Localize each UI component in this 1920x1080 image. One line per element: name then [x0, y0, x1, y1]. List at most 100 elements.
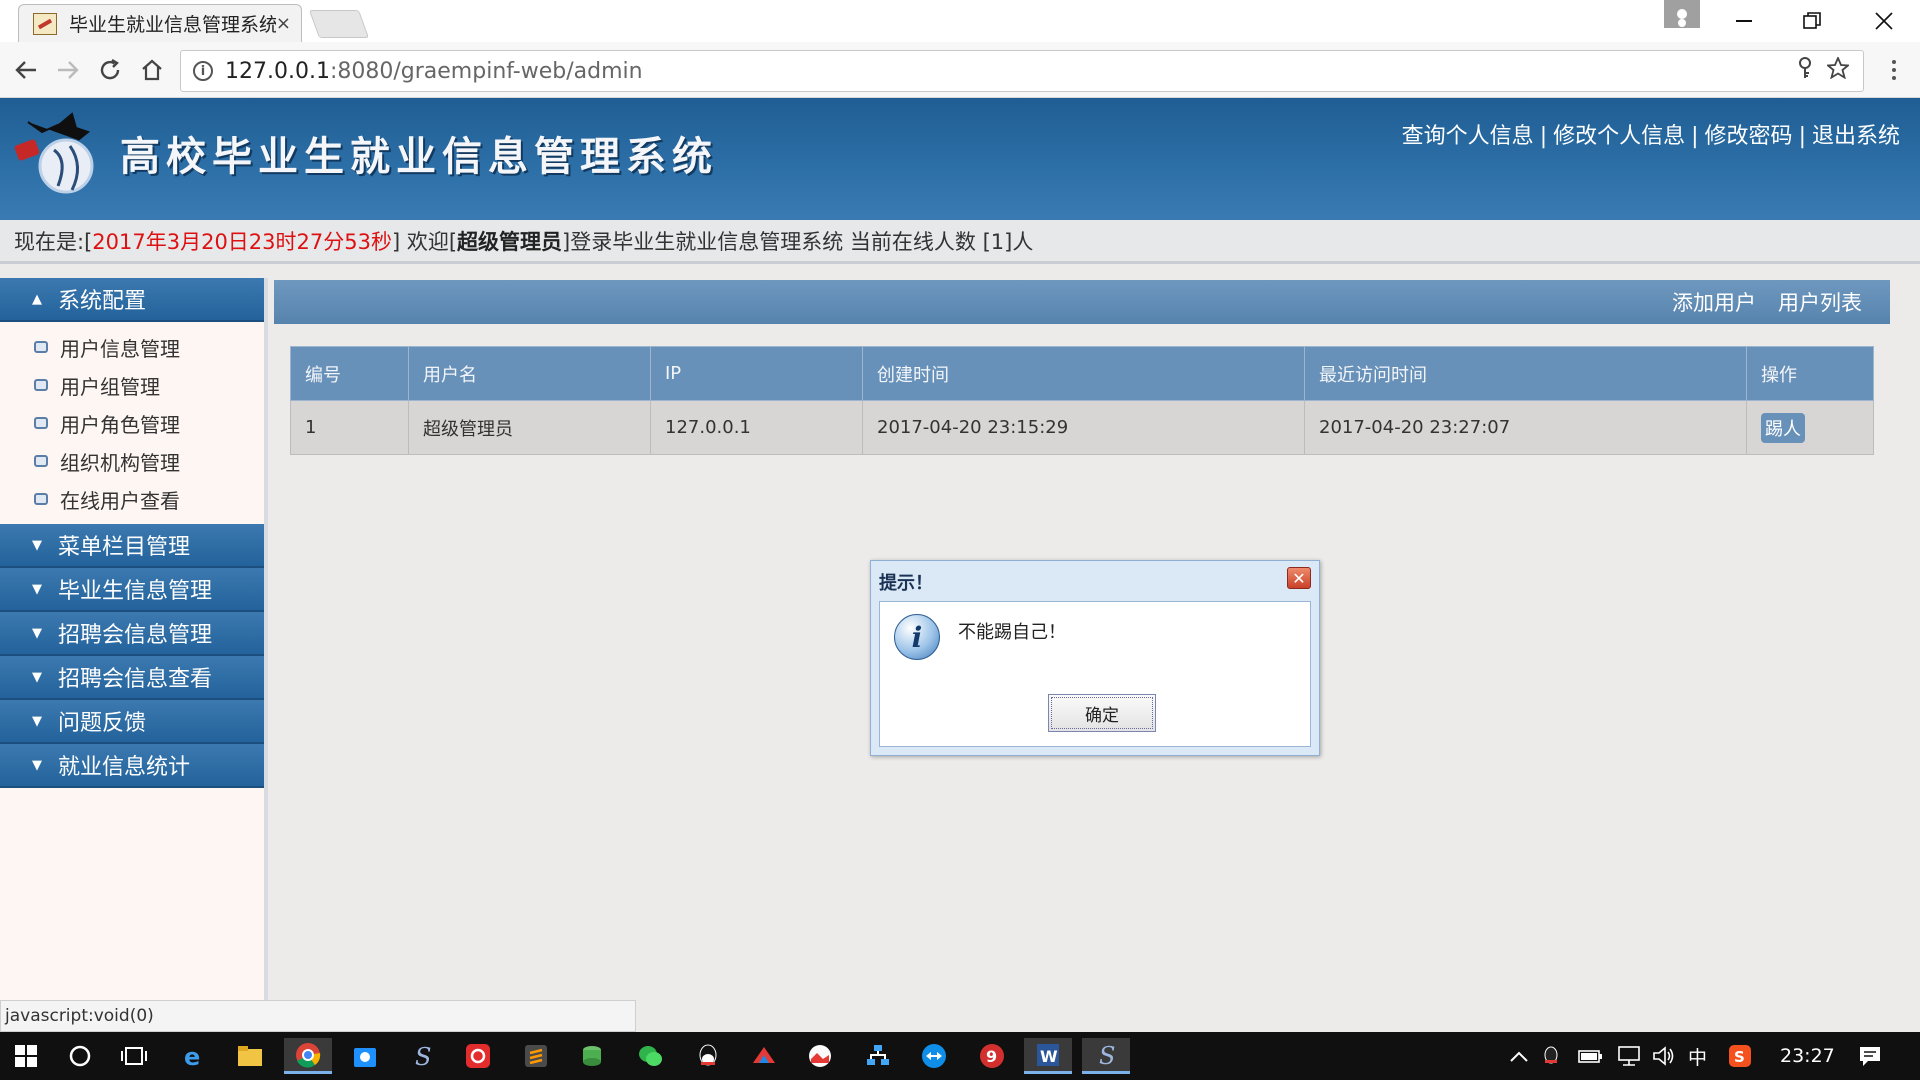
current-datetime: 2017年3月20日23时27分53秒 [92, 229, 392, 254]
red-app-icon[interactable]: 9 [974, 1038, 1010, 1074]
eclipse-window-icon[interactable]: S [1082, 1038, 1130, 1074]
sublime-app-icon[interactable] [518, 1038, 554, 1074]
back-button[interactable] [10, 54, 42, 86]
file-explorer-icon[interactable] [232, 1038, 268, 1074]
link-change-password[interactable]: 修改密码 [1705, 124, 1793, 149]
wechat-app-icon[interactable] [632, 1038, 668, 1074]
sidebar-section-employment-stats[interactable]: ▼ 就业信息统计 [0, 744, 264, 788]
dialog-ok-button[interactable]: 确定 [1048, 694, 1156, 732]
sidebar-section-job-fair-management[interactable]: ▼ 招聘会信息管理 [0, 612, 264, 656]
reload-button[interactable] [94, 54, 126, 86]
chevron-down-icon: ▼ [32, 713, 42, 729]
link-edit-profile[interactable]: 修改个人信息 [1553, 124, 1685, 149]
col-created: 创建时间 [862, 346, 1305, 401]
sidebar: ▲ 系统配置 用户信息管理 用户组管理 用户角色管理 组织机构管理 在线用户查看… [0, 278, 268, 1032]
university-logo-icon [14, 112, 94, 194]
sidebar-section-job-fair-view[interactable]: ▼ 招聘会信息查看 [0, 656, 264, 700]
address-url[interactable]: 127.0.0.1:8080/graempinf-web/admin [225, 59, 1797, 84]
clock-time[interactable]: 23:27 [1780, 1032, 1835, 1080]
window-close-button[interactable] [1852, 0, 1916, 42]
cell-action: 踢人 [1746, 400, 1874, 455]
svg-text:S: S [415, 1043, 431, 1069]
sidebar-item-organization[interactable]: 组织机构管理 [0, 442, 264, 480]
table-row: 1 超级管理员 127.0.0.1 2017-04-20 23:15:29 20… [290, 400, 1874, 455]
chevron-down-icon: ▼ [32, 581, 42, 597]
word-app-icon[interactable]: W [1024, 1038, 1072, 1074]
sidebar-section-system-config[interactable]: ▲ 系统配置 [0, 278, 264, 322]
menu-bullet-icon [34, 341, 48, 353]
teamviewer-icon[interactable] [916, 1038, 952, 1074]
link-view-profile[interactable]: 查询个人信息 [1402, 124, 1534, 149]
sidebar-submenu: 用户信息管理 用户组管理 用户角色管理 组织机构管理 在线用户查看 [0, 322, 264, 524]
qq-app-icon[interactable] [690, 1038, 726, 1074]
input-method-indicator[interactable]: 中 [1688, 1032, 1707, 1080]
address-bar[interactable]: i 127.0.0.1:8080/graempinf-web/admin [180, 50, 1864, 92]
browser-menu-icon[interactable] [1882, 54, 1906, 86]
task-view-button[interactable] [116, 1038, 152, 1074]
svg-text:e: e [184, 1043, 200, 1069]
sidebar-section-graduate-info[interactable]: ▼ 毕业生信息管理 [0, 568, 264, 612]
link-logout[interactable]: 退出系统 [1812, 124, 1900, 149]
network-icon[interactable] [1616, 1032, 1642, 1080]
windows-taskbar: e S 9 W S 中 S 23:27 [0, 1032, 1920, 1080]
database-app-icon[interactable] [574, 1038, 610, 1074]
tab-close-icon[interactable]: × [276, 13, 291, 34]
chrome-browser-icon[interactable] [284, 1038, 332, 1074]
link-status-tooltip: javascript:void(0) [0, 1000, 636, 1032]
dialog-body: i 不能踢自己！ 确定 [879, 601, 1311, 747]
battery-icon[interactable] [1578, 1032, 1604, 1080]
welcome-status-bar: 现在是:[2017年3月20日23时27分53秒] 欢迎[超级管理员]登录毕业生… [0, 220, 1920, 264]
sidebar-item-online-users[interactable]: 在线用户查看 [0, 480, 264, 518]
bookmark-star-icon[interactable] [1825, 55, 1851, 85]
volume-icon[interactable] [1652, 1032, 1676, 1080]
page-header: 高校毕业生就业信息管理系统 查询个人信息 | 修改个人信息 | 修改密码 | 退出系统 [0, 98, 1920, 220]
new-tab-button[interactable] [308, 10, 370, 38]
browser-tab[interactable]: 毕业生就业信息管理系统 × [18, 4, 302, 42]
arrow-left-icon [15, 61, 36, 79]
header-links: 查询个人信息 | 修改个人信息 | 修改密码 | 退出系统 [1401, 124, 1900, 149]
sidebar-section-menu-management[interactable]: ▼ 菜单栏目管理 [0, 524, 264, 568]
network-tool-icon[interactable] [860, 1038, 896, 1074]
chevron-up-icon: ▲ [32, 291, 42, 307]
col-action: 操作 [1746, 346, 1874, 401]
photo-viewer-icon[interactable] [802, 1038, 838, 1074]
sidebar-item-user-info[interactable]: 用户信息管理 [0, 328, 264, 366]
sidebar-item-user-group[interactable]: 用户组管理 [0, 366, 264, 404]
edge-browser-icon[interactable]: e [176, 1038, 212, 1074]
user-list-link[interactable]: 用户列表 [1778, 287, 1862, 317]
window-minimize-button[interactable] [1712, 0, 1776, 42]
paint-app-icon[interactable] [746, 1038, 782, 1074]
online-users-table: 编号 用户名 IP 创建时间 最近访问时间 操作 1 超级管理员 127.0.0… [290, 346, 1874, 455]
col-username: 用户名 [408, 346, 651, 401]
action-center-icon[interactable] [1858, 1032, 1882, 1080]
sogou-ime-icon[interactable]: S [1728, 1032, 1752, 1080]
dialog-close-icon[interactable]: ✕ [1287, 567, 1311, 589]
start-button[interactable] [8, 1038, 44, 1074]
show-hidden-icons-chevron-icon[interactable] [1510, 1032, 1528, 1080]
chevron-down-icon: ▼ [32, 625, 42, 641]
netease-music-icon[interactable] [460, 1038, 496, 1074]
eclipse-app-icon[interactable]: S [404, 1038, 440, 1074]
menu-bullet-icon [34, 417, 48, 429]
key-icon[interactable] [1797, 57, 1813, 85]
cell-last-visit: 2017-04-20 23:27:07 [1304, 400, 1747, 455]
chevron-down-icon: ▼ [32, 537, 42, 553]
window-restore-button[interactable] [1780, 0, 1844, 42]
action-bar: 添加用户 用户列表 [274, 280, 1890, 324]
home-button[interactable] [136, 54, 168, 86]
browser-toolbar: i 127.0.0.1:8080/graempinf-web/admin [0, 42, 1920, 98]
site-info-icon[interactable]: i [193, 61, 213, 81]
forward-button[interactable] [52, 54, 84, 86]
col-id: 编号 [290, 346, 409, 401]
menu-bullet-icon [34, 455, 48, 467]
windows-user-icon[interactable] [1664, 0, 1700, 28]
alert-dialog: 提示！ ✕ i 不能踢自己！ 确定 [870, 560, 1320, 756]
store-app-icon[interactable] [347, 1038, 383, 1074]
sidebar-section-feedback[interactable]: ▼ 问题反馈 [0, 700, 264, 744]
add-user-link[interactable]: 添加用户 [1672, 287, 1756, 317]
kick-user-button[interactable]: 踢人 [1761, 412, 1805, 443]
sidebar-item-user-role[interactable]: 用户角色管理 [0, 404, 264, 442]
menu-bullet-icon [34, 493, 48, 505]
cortana-button[interactable] [62, 1038, 98, 1074]
qq-tray-icon[interactable] [1542, 1032, 1560, 1080]
